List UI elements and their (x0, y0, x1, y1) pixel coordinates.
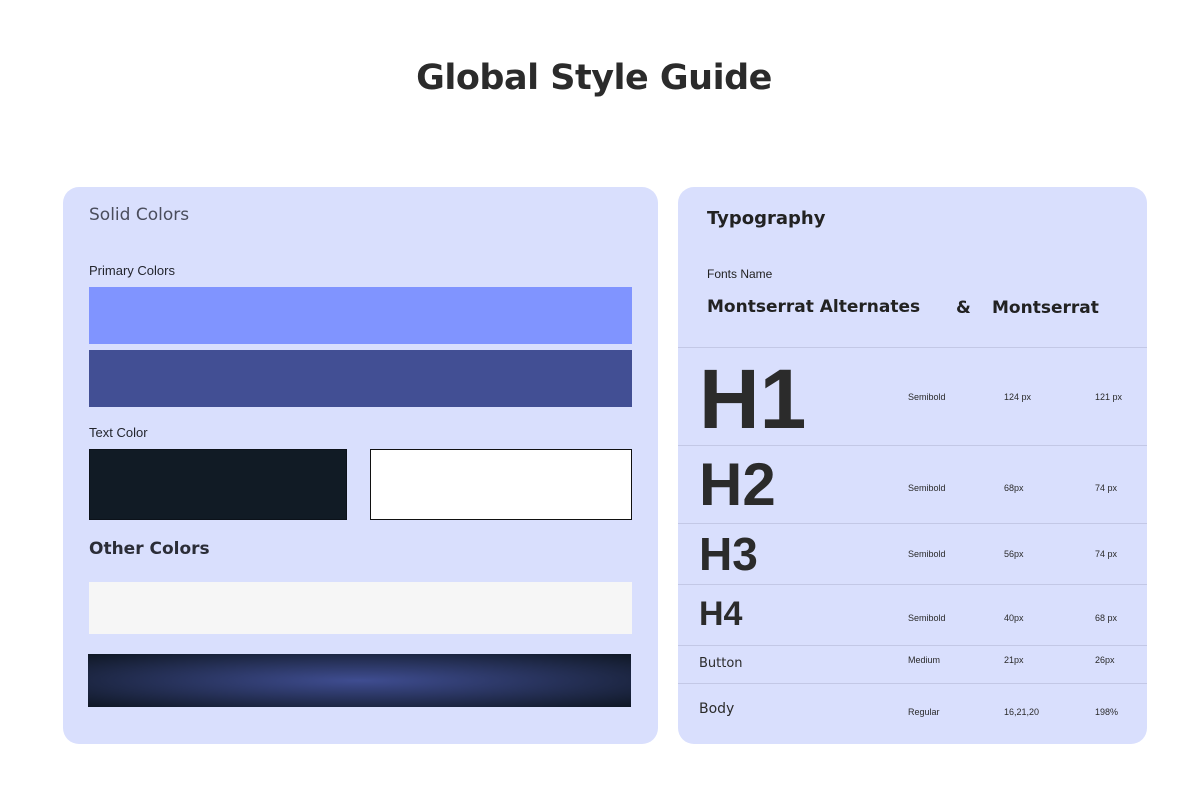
type-size-h3: 56px (1004, 549, 1024, 559)
type-weight-h1: Semibold (908, 392, 946, 402)
type-sample-body: Body (699, 701, 735, 717)
type-sample-button: Button (699, 656, 743, 671)
typography-title: Typography (707, 208, 826, 229)
row-divider (678, 347, 1147, 348)
type-size-button: 21px (1004, 655, 1024, 665)
type-line-height-h4: 68 px (1095, 613, 1118, 623)
type-weight-h2: Semibold (908, 483, 946, 493)
row-divider (678, 445, 1147, 446)
type-line-height-button: 26px (1095, 655, 1115, 665)
text-color-label: Text Color (89, 425, 148, 440)
typography-card: Typography Fonts Name Montserrat Alterna… (678, 187, 1147, 744)
font-secondary-name: Montserrat (992, 298, 1099, 318)
type-line-height-body: 198% (1095, 707, 1119, 717)
type-size-body: 16,21,20 (1004, 707, 1040, 717)
row-divider (678, 523, 1147, 524)
type-size-h1: 124 px (1004, 392, 1032, 402)
type-line-height-h2: 74 px (1095, 483, 1118, 493)
type-line-height-h1: 121 px (1095, 392, 1123, 402)
solid-colors-title: Solid Colors (89, 205, 190, 225)
type-sample-h3: H3 (699, 528, 758, 580)
row-divider (678, 683, 1147, 684)
row-divider (678, 584, 1147, 585)
solid-colors-card: Solid Colors Primary Colors Text Color O… (63, 187, 658, 744)
type-weight-h4: Semibold (908, 613, 946, 623)
other-colors-title: Other Colors (89, 539, 210, 559)
primary-colors-label: Primary Colors (89, 263, 175, 278)
type-line-height-h3: 74 px (1095, 549, 1118, 559)
ampersand: & (956, 298, 971, 318)
row-divider (678, 645, 1147, 646)
primary-color-swatch-light (89, 287, 632, 344)
primary-color-swatch-dark (89, 350, 632, 407)
type-size-h4: 40px (1004, 613, 1024, 623)
type-weight-button: Medium (908, 655, 941, 665)
other-color-swatch-light (89, 582, 632, 634)
type-weight-h3: Semibold (908, 549, 946, 559)
type-weight-body: Regular (908, 707, 940, 717)
type-sample-h1: H1 (699, 352, 807, 446)
fonts-name-label: Fonts Name (707, 267, 773, 281)
type-sample-h4: H4 (699, 595, 743, 633)
font-primary-name: Montserrat Alternates (707, 297, 921, 317)
type-sample-h2: H2 (699, 451, 776, 518)
page-title: Global Style Guide (416, 58, 772, 98)
type-size-h2: 68px (1004, 483, 1024, 493)
other-color-swatch-gradient (88, 654, 631, 707)
text-color-swatch-white (370, 449, 632, 520)
text-color-swatch-dark (89, 449, 347, 520)
